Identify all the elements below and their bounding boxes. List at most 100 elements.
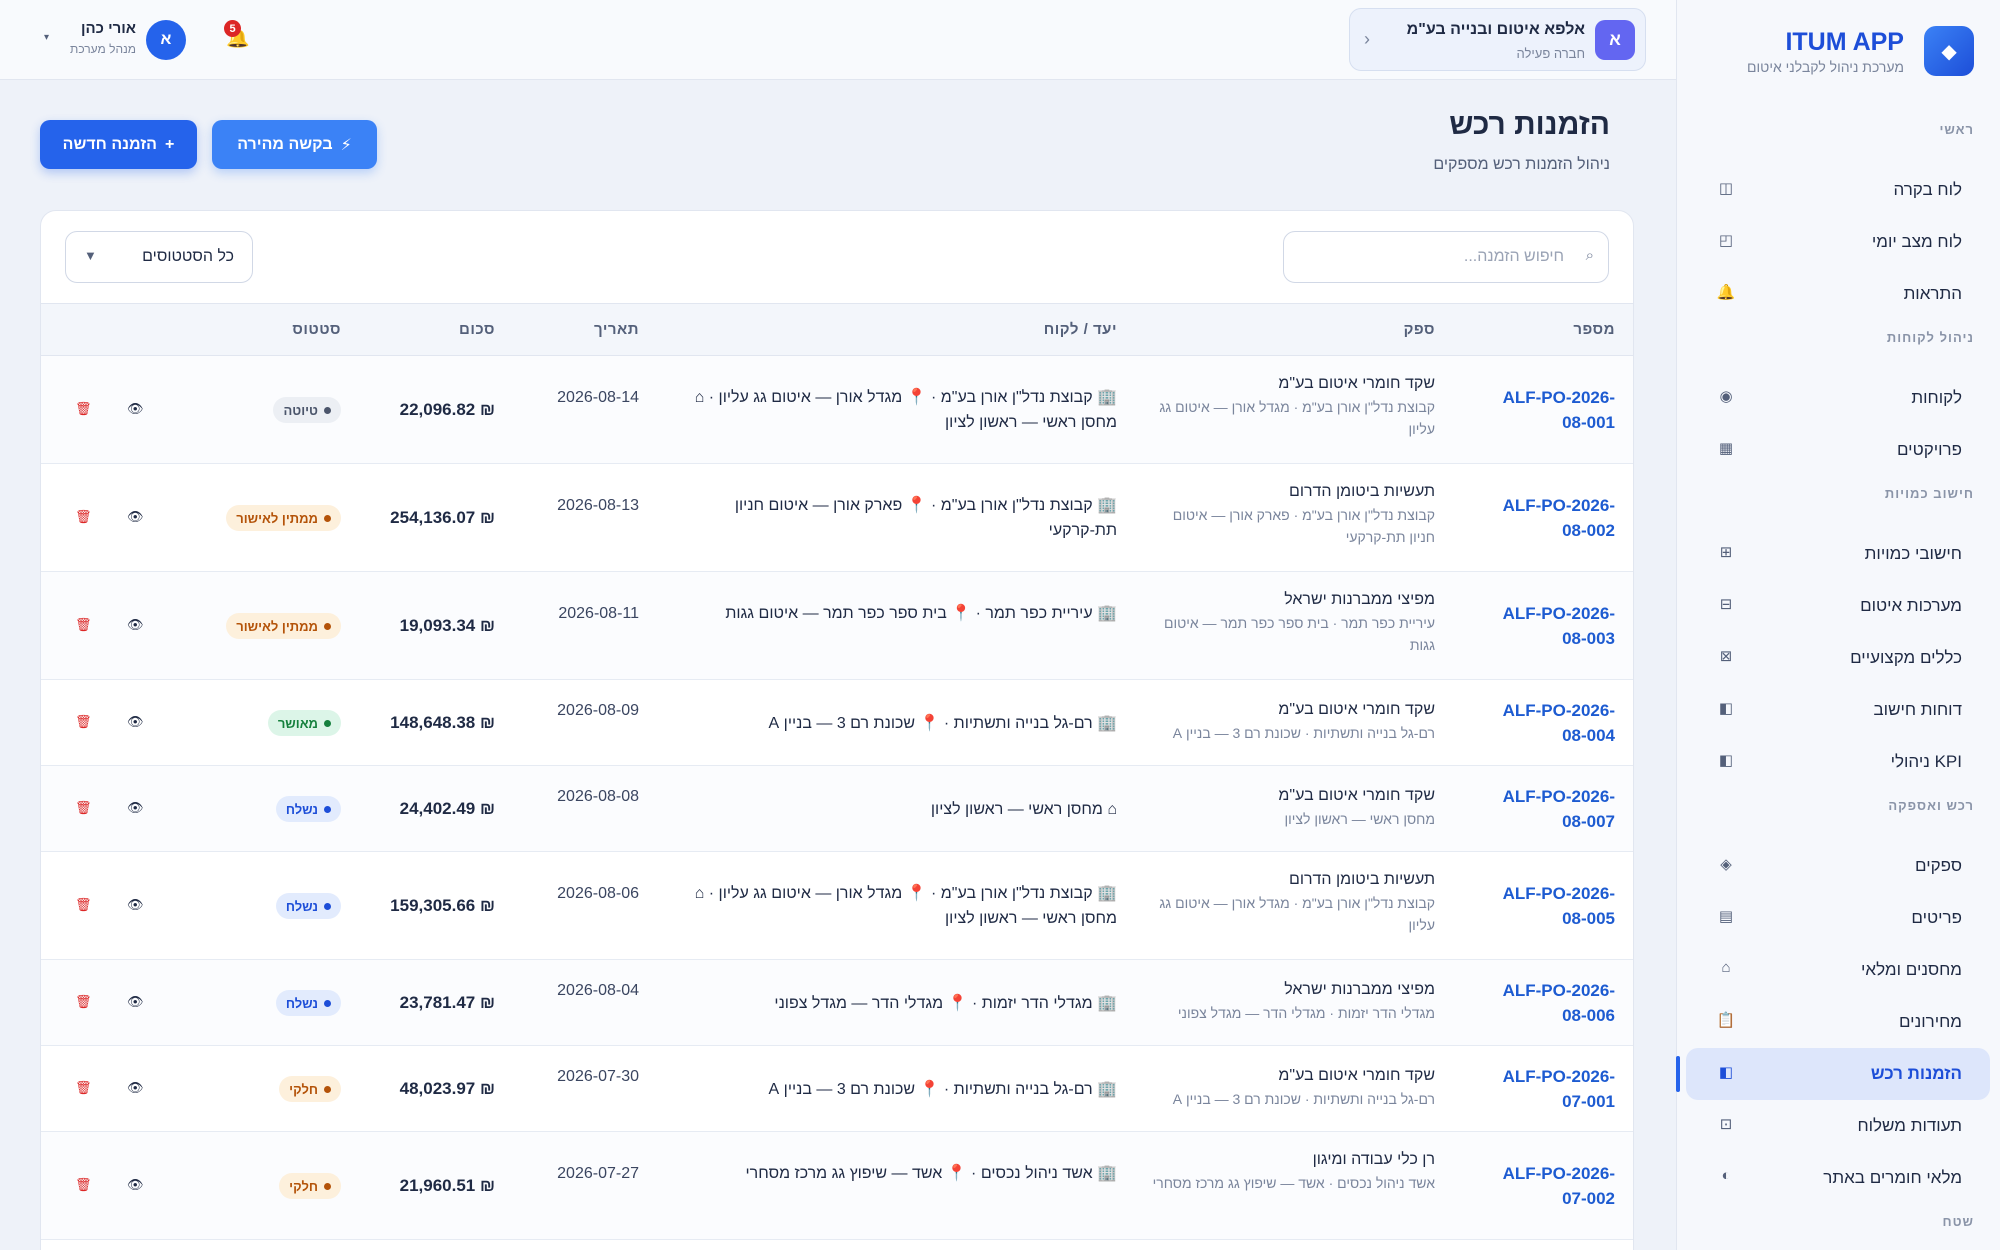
caret-down-icon: ▾	[44, 32, 50, 43]
supplier-cell: תעשיות ביטומן הדרום קבוצת נדל"ן אורן בע"מ…	[1150, 480, 1435, 548]
delivery-notes-icon: ⊡	[1719, 1116, 1733, 1133]
sidebar-item-projects[interactable]: פרויקטים ▦	[1676, 424, 2000, 476]
sidebar-item-management-kpi[interactable]: KPI ניהולי ◧	[1676, 736, 2000, 788]
view-icon[interactable]: 👁	[127, 1177, 144, 1193]
sidebar-item-label: דוחות חישוב	[1873, 700, 1962, 719]
sidebar-item-site-inventory[interactable]: מלאי חומרים באתר ◐	[1676, 1152, 2000, 1204]
order-amount: ₪ 21,960.51	[399, 1176, 495, 1195]
sidebar-item-warehouses[interactable]: מחסנים ומלאי ⌂	[1676, 944, 2000, 996]
sidebar-item-quantity-calcs[interactable]: חישובי כמויות ⊞	[1676, 528, 2000, 580]
supplier-cell: רן כלי עבודה ומיגון אשד ניהול נכסים · אשד…	[1150, 1148, 1435, 1194]
view-icon[interactable]: 👁	[127, 1080, 144, 1096]
table-row[interactable]: ALF-PO-2026-08-004 שקד חומרי איטום בע"מ רם…	[41, 680, 1633, 766]
quick-request-label: בקשה מהירה	[237, 135, 333, 153]
table-row[interactable]: ALF-PO-2026-08-003 מפיצי ממברנות ישראל עיר…	[41, 572, 1633, 680]
order-amount: ₪ 159,305.66	[390, 896, 495, 915]
view-icon[interactable]: 👁	[127, 509, 144, 525]
delete-icon[interactable]: 🗑	[75, 401, 92, 417]
sidebar-item-customers[interactable]: לקוחות ◉	[1676, 372, 2000, 424]
column-header-amount[interactable]: סכום	[459, 321, 495, 338]
view-icon[interactable]: 👁	[127, 897, 144, 913]
supplier-cell: שקד חומרי איטום בע"מ רם-גל בנייה ותשתיות …	[1150, 698, 1435, 744]
search-box[interactable]: ⌕	[1283, 231, 1609, 283]
sidebar-item-sealing-systems[interactable]: מערכות איטום ⊟	[1676, 580, 2000, 632]
order-number-link[interactable]: ALF-PO-2026-08-003	[1485, 601, 1615, 651]
supplier-project: עיריית כפר תמר · בית ספר כפר תמר — איטום…	[1163, 615, 1435, 653]
column-header-status[interactable]: סטטוס	[292, 321, 341, 338]
sidebar-item-daily-status[interactable]: לוח מצב יומי ◰	[1676, 216, 2000, 268]
new-order-button[interactable]: + הזמנה חדשה	[40, 120, 197, 169]
order-number-link[interactable]: ALF-PO-2026-08-005	[1485, 881, 1615, 931]
order-number-link[interactable]: ALF-PO-2026-08-001	[1485, 385, 1615, 435]
delete-icon[interactable]: 🗑	[75, 1080, 92, 1096]
table-row[interactable]: ALF-PO-2026-08-007 שקד חומרי איטום בע"מ מח…	[41, 766, 1633, 852]
sealing-systems-icon: ⊟	[1719, 596, 1733, 613]
customers-icon: ◉	[1719, 388, 1733, 405]
company-switcher[interactable]: א אלפא איטום ובנייה בע"מ חברה פעילה ‹	[1349, 8, 1646, 71]
user-menu[interactable]: א אורי כהן מנהל מערכת ▾	[44, 18, 188, 62]
delete-icon[interactable]: 🗑	[75, 509, 92, 525]
sidebar-item-label: מחירונים	[1898, 1012, 1962, 1031]
sidebar-item-price-lists[interactable]: מחירונים 📋	[1676, 996, 2000, 1048]
order-date: 2026-08-13	[557, 497, 639, 514]
status-cell: ממתין לאישור	[226, 505, 341, 531]
sidebar-item-purchase-orders[interactable]: הזמנות רכש ◧	[1676, 1048, 1990, 1100]
status-badge: ממתין לאישור	[226, 613, 341, 639]
status-filter-select[interactable]: כל הסטטוסים ▼	[65, 231, 253, 283]
table-row[interactable]: ALF-PO-2026-07-001 שקד חומרי איטום בע"מ רם…	[41, 1046, 1633, 1132]
status-badge: נשלח	[275, 990, 341, 1016]
quick-request-button[interactable]: ⚡ בקשה מהירה	[212, 120, 377, 169]
order-number-link[interactable]: ALF-PO-2026-08-002	[1485, 493, 1615, 543]
order-amount: ₪ 23,781.47	[399, 993, 495, 1012]
table-row[interactable]: ALF-PO-2026-07-002 רן כלי עבודה ומיגון אשד…	[41, 1132, 1633, 1240]
order-number-link[interactable]: ALF-PO-2026-08-007	[1485, 784, 1615, 834]
sidebar-item-suppliers[interactable]: ספקים ◈	[1676, 840, 2000, 892]
view-icon[interactable]: 👁	[127, 994, 144, 1010]
items-icon: ▤	[1718, 908, 1734, 925]
column-header-number[interactable]: מספר	[1573, 321, 1615, 338]
supplier-cell: מפיצי ממברנות ישראל מגדלי הדר יזמות · מגד…	[1150, 978, 1435, 1024]
professional-rules-icon: ⊠	[1719, 648, 1733, 665]
view-icon[interactable]: 👁	[127, 800, 144, 816]
order-number-link[interactable]: ALF-PO-2026-07-001	[1485, 1064, 1615, 1114]
delete-icon[interactable]: 🗑	[75, 714, 92, 730]
view-icon[interactable]: 👁	[127, 401, 144, 417]
order-number-link[interactable]: ALF-PO-2026-08-004	[1485, 698, 1615, 748]
status-badge: נשלח	[275, 893, 341, 919]
column-header-destination[interactable]: יעד / לקוח	[1044, 321, 1117, 338]
order-number-link[interactable]: ALF-PO-2026-08-006	[1485, 978, 1615, 1028]
status-badge: חלקי	[279, 1173, 341, 1199]
nav-section-label: ראשי	[1939, 122, 1974, 137]
table-row[interactable]: ALF-PO-2026-08-002 תעשיות ביטומן הדרום קבו…	[41, 464, 1633, 572]
nav-section-label: רכש ואספקה	[1888, 798, 1974, 813]
column-header-supplier[interactable]: ספק	[1404, 321, 1435, 338]
order-number-link[interactable]: ALF-PO-2026-07-002	[1485, 1161, 1615, 1211]
status-cell: נשלח	[275, 893, 341, 919]
supplier-project: קבוצת נדל"ן אורן בע"מ · פארק אורן — איטו…	[1172, 507, 1435, 545]
status-cell: ממתין לאישור	[226, 613, 341, 639]
delete-icon[interactable]: 🗑	[75, 800, 92, 816]
status-cell: מאושר	[267, 710, 341, 736]
delete-icon[interactable]: 🗑	[75, 1177, 92, 1193]
column-header-date[interactable]: תאריך	[594, 321, 639, 338]
delete-icon[interactable]: 🗑	[75, 994, 92, 1010]
delete-icon[interactable]: 🗑	[75, 897, 92, 913]
sidebar-item-professional-rules[interactable]: כללים מקצועיים ⊠	[1676, 632, 2000, 684]
view-icon[interactable]: 👁	[127, 617, 144, 633]
table-row[interactable]: ALF-PO-2026-08-006 מפיצי ממברנות ישראל מגד…	[41, 960, 1633, 1046]
table-row[interactable]: ALF-PO-2026-08-005 תעשיות ביטומן הדרום קבו…	[41, 852, 1633, 960]
table-row[interactable]: ALF-PO-2026-08-001 שקד חומרי איטום בע"מ קב…	[41, 356, 1633, 464]
search-input[interactable]	[1304, 232, 1564, 282]
view-icon[interactable]: 👁	[127, 714, 144, 730]
sidebar-item-label: לקוחות	[1911, 388, 1962, 407]
user-role: מנהל מערכת	[70, 42, 136, 56]
sidebar-item-delivery-notes[interactable]: תעודות משלוח ⊡	[1676, 1100, 2000, 1152]
delete-icon[interactable]: 🗑	[75, 617, 92, 633]
sidebar-item-calc-reports[interactable]: דוחות חישוב ◧	[1676, 684, 2000, 736]
sidebar-item-alerts[interactable]: התראות 🔔	[1676, 268, 2000, 320]
status-cell: נשלח	[275, 796, 341, 822]
sidebar-item-items[interactable]: פריטים ▤	[1676, 892, 2000, 944]
status-cell: חלקי	[279, 1173, 341, 1199]
sidebar-item-dashboard[interactable]: לוח בקרה ◫	[1676, 164, 2000, 216]
notifications-button[interactable]: 🔔 5	[224, 20, 251, 52]
